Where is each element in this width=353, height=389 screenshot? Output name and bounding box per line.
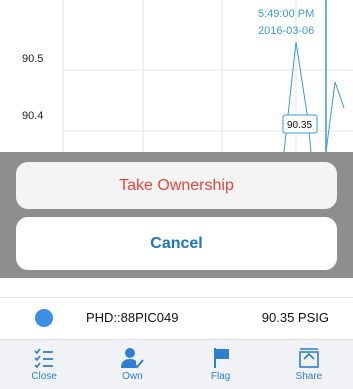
tab-own-label: Own (122, 371, 143, 382)
tag-value: 90.35 PSIG (261, 310, 329, 325)
trend-screen: 90.5 90.4 5:49:00 PM 2016-03-06 90.35 Ta… (0, 0, 353, 389)
bottom-tab-bar: Close Own Flag Share (0, 339, 353, 389)
trend-series-line (325, 81, 345, 152)
tag-name: PHD::88PIC049 (86, 310, 179, 325)
list-close-icon (34, 348, 54, 369)
series-color-dot (35, 309, 53, 327)
tab-close[interactable]: Close (0, 340, 88, 389)
tag-row[interactable]: PHD::88PIC049 90.35 PSIG (0, 297, 353, 340)
trend-chart[interactable]: 90.5 90.4 5:49:00 PM 2016-03-06 90.35 (0, 0, 353, 152)
y-tick-label: 90.5 (22, 53, 43, 65)
y-tick-label: 90.4 (22, 110, 43, 122)
tab-flag-label: Flag (210, 371, 231, 382)
tab-flag[interactable]: Flag (177, 340, 265, 389)
value-tooltip-text: 90.35 (287, 120, 312, 131)
trend-series-line (283, 41, 312, 152)
tab-share[interactable]: Share (265, 340, 353, 389)
take-ownership-button[interactable]: Take Ownership (16, 162, 337, 209)
person-check-icon (121, 348, 145, 369)
flag-icon (213, 348, 229, 368)
cancel-button[interactable]: Cancel (16, 217, 337, 270)
cursor-time-label: 5:49:00 PM (258, 8, 314, 20)
cursor-date-label: 2016-03-06 (258, 25, 314, 37)
tab-own[interactable]: Own (88, 340, 176, 389)
share-icon (299, 348, 319, 368)
action-sheet-overlay: Take Ownership Cancel (0, 152, 353, 278)
tab-share-label: Share (295, 371, 323, 382)
chart-svg: 90.5 90.4 5:49:00 PM 2016-03-06 90.35 (22, 0, 353, 152)
tab-close-label: Close (31, 371, 57, 382)
